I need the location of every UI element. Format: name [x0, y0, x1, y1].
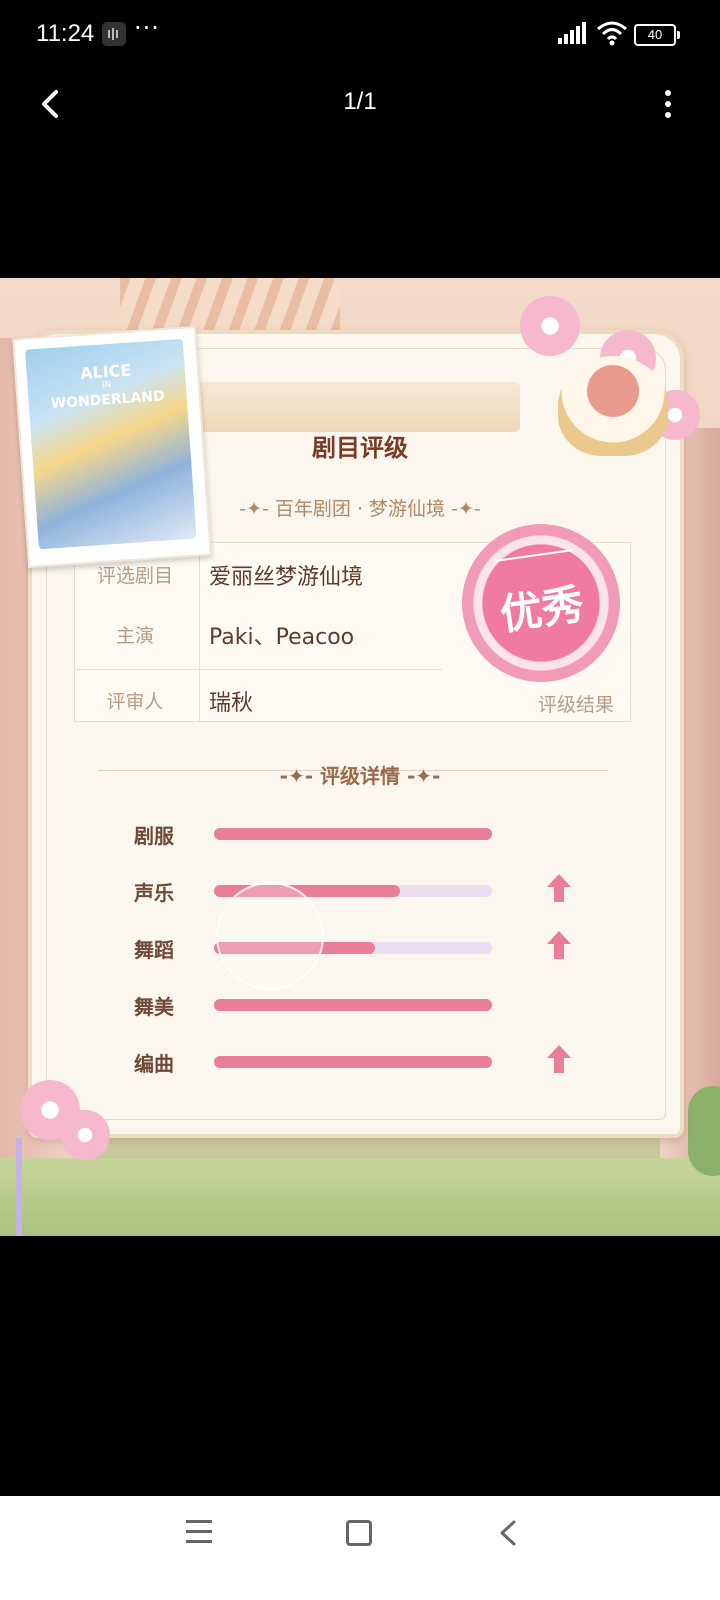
- info-label: 评选剧目: [96, 565, 173, 587]
- upgrade-arrow-icon: [547, 1045, 571, 1073]
- page-counter: 1/1: [343, 88, 377, 115]
- info-value: 爱丽丝梦游仙境: [209, 565, 364, 590]
- wifi-icon: [597, 21, 627, 46]
- touch-indicator: [216, 882, 324, 990]
- info-value: 瑞秋: [209, 691, 254, 716]
- top-app-bar: 1/1: [0, 70, 720, 140]
- rose-decoration: [520, 296, 580, 356]
- detail-progress-track: [214, 1056, 492, 1068]
- detail-row: 编曲: [0, 1042, 720, 1082]
- recording-icon: [102, 22, 126, 46]
- info-row-leads: 主演 Paki、Peacoo: [75, 603, 443, 661]
- detail-label: 声乐: [134, 881, 174, 905]
- upgrade-arrow-icon: [547, 874, 571, 902]
- detail-row: 舞蹈: [0, 928, 720, 968]
- more-notifications-icon: ···: [134, 14, 160, 42]
- result-label: 评级结果: [538, 694, 615, 716]
- rose-decoration: [60, 1110, 110, 1160]
- detail-row: 舞美: [0, 985, 720, 1025]
- detail-label: 剧服: [134, 824, 174, 848]
- status-bar: 11:24 ··· 40: [0, 0, 720, 70]
- details-title: -✦- 评级详情 -✦-: [279, 764, 441, 788]
- more-options-icon[interactable]: [660, 84, 676, 124]
- navigation-bar: [0, 1496, 720, 1600]
- detail-progress-fill: [214, 828, 492, 840]
- purple-ribbon-decoration: [16, 1138, 302, 1236]
- detail-row: 剧服: [0, 814, 720, 854]
- detail-label: 编曲: [134, 1052, 174, 1076]
- recent-apps-icon[interactable]: [186, 1520, 212, 1544]
- detail-row: 声乐: [0, 871, 720, 911]
- info-row-judge: 评审人 瑞秋: [75, 669, 443, 727]
- title-ribbon: [180, 382, 520, 432]
- detail-progress-fill: [214, 999, 492, 1011]
- battery-icon: 40: [634, 24, 680, 46]
- info-value: Paki、Peacoo: [209, 625, 355, 650]
- signal-icon: [558, 22, 588, 44]
- upgrade-arrow-icon: [547, 931, 571, 959]
- detail-progress-fill: [214, 1056, 492, 1068]
- detail-progress-track: [214, 999, 492, 1011]
- teacup-decoration: [558, 356, 668, 456]
- detail-label: 舞蹈: [134, 938, 174, 962]
- info-label: 主演: [115, 625, 154, 647]
- detail-progress-track: [214, 828, 492, 840]
- home-icon[interactable]: [346, 1520, 372, 1546]
- status-time: 11:24: [36, 20, 95, 47]
- background-bush: [688, 1086, 720, 1176]
- grade-text: 优秀: [496, 579, 587, 640]
- detail-label: 舞美: [134, 995, 174, 1019]
- alice-poster: ALICE IN WONDERLAND: [12, 325, 212, 569]
- info-label: 评审人: [106, 691, 164, 713]
- info-table: 评选剧目 爱丽丝梦游仙境 主演 Paki、Peacoo 评审人 瑞秋: [74, 542, 444, 722]
- nav-back-icon[interactable]: [496, 1518, 520, 1548]
